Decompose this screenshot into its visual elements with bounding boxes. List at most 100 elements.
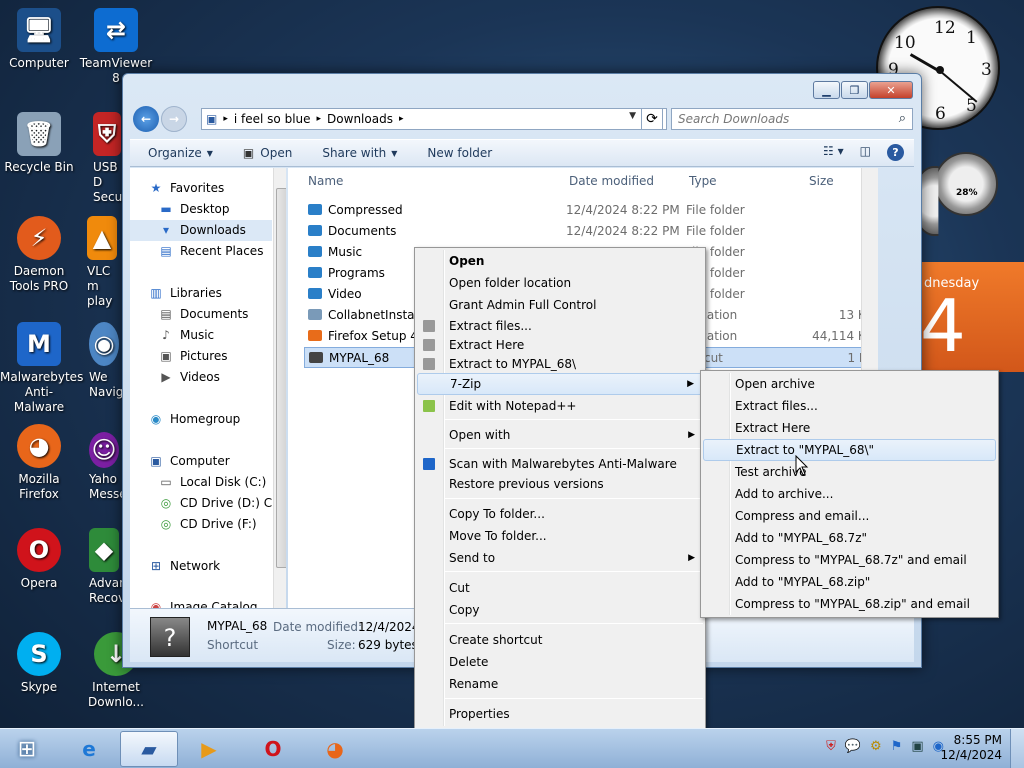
- shield-icon[interactable]: ⛨: [826, 739, 836, 754]
- nav-desktop[interactable]: ▬ Desktop: [158, 199, 286, 220]
- cpu-meter-gadget[interactable]: 28%: [934, 152, 998, 216]
- menu-item-extract-to[interactable]: Extract to MYPAL_68\: [417, 353, 703, 375]
- nav-local-disk[interactable]: ▭ Local Disk (C:): [158, 472, 286, 493]
- taskbar-media-player[interactable]: ▶: [180, 731, 238, 767]
- nav-cd-drive-d[interactable]: ◎ CD Drive (D:) CDI: [158, 493, 286, 514]
- view-options-icon[interactable]: ☷ ▾: [823, 144, 844, 161]
- nav-computer[interactable]: ▣ Computer: [148, 451, 286, 472]
- taskbar-firefox[interactable]: ◕: [306, 731, 364, 767]
- help-icon[interactable]: ?: [887, 144, 904, 161]
- back-button[interactable]: ←: [133, 106, 159, 132]
- menu-item-grant-admin[interactable]: Grant Admin Full Control: [417, 294, 703, 316]
- breadcrumb-user[interactable]: i feel so blue: [234, 112, 311, 126]
- menu-item-open-with[interactable]: Open with ▶: [417, 424, 703, 446]
- column-header-date[interactable]: Date modified: [569, 174, 654, 188]
- zip-item-compress-zip-email[interactable]: Compress to "MYPAL_68.zip" and email: [703, 593, 996, 615]
- start-button[interactable]: ⊞: [4, 732, 50, 766]
- menu-item-delete[interactable]: Delete: [417, 651, 703, 673]
- nav-downloads[interactable]: ▾ Downloads: [130, 220, 272, 241]
- network-icon[interactable]: ▣: [911, 739, 923, 754]
- column-header-type[interactable]: Type: [689, 174, 717, 188]
- nav-documents[interactable]: ▤ Documents: [158, 304, 286, 325]
- search-icon[interactable]: ⌕: [899, 111, 906, 126]
- navigation-scrollbar[interactable]: [273, 168, 286, 608]
- nav-music[interactable]: ♪ Music: [158, 325, 286, 346]
- zip-item-add-7z[interactable]: Add to "MYPAL_68.7z": [703, 527, 996, 549]
- nav-recent-places[interactable]: ▤ Recent Places: [158, 241, 286, 262]
- taskbar-internet-explorer[interactable]: e: [60, 731, 118, 767]
- desktop-icon-usb-security[interactable]: ⛨ USB D Secu: [77, 112, 123, 205]
- gear-icon[interactable]: ⚙: [870, 739, 882, 754]
- search-input[interactable]: Search Downloads ⌕: [671, 108, 913, 130]
- desktop-icon-daemon-tools[interactable]: ⚡ Daemon Tools PRO: [0, 216, 78, 294]
- menu-item-send-to[interactable]: Send to ▶: [417, 547, 703, 569]
- menu-item-create-shortcut[interactable]: Create shortcut: [417, 629, 703, 651]
- notification-icon[interactable]: ⚑: [891, 739, 903, 754]
- open-button[interactable]: ▣ Open: [243, 146, 292, 160]
- zip-item-extract-to[interactable]: Extract to "MYPAL_68\": [703, 439, 996, 461]
- zip-item-add-to-archive[interactable]: Add to archive...: [703, 483, 996, 505]
- column-header-size[interactable]: Size: [809, 174, 834, 188]
- zip-item-compress-email[interactable]: Compress and email...: [703, 505, 996, 527]
- calendar-gadget[interactable]: dnesday 4: [920, 262, 1024, 372]
- menu-item-copy[interactable]: Copy: [417, 599, 703, 621]
- nav-pictures[interactable]: ▣ Pictures: [158, 346, 286, 367]
- nav-network[interactable]: ⊞ Network: [148, 556, 286, 577]
- desktop-icon-firefox[interactable]: ◕ Mozilla Firefox: [0, 424, 78, 502]
- scrollbar-thumb[interactable]: [276, 188, 286, 568]
- close-button[interactable]: ✕: [869, 81, 913, 99]
- menu-item-copy-to-folder[interactable]: Copy To folder...: [417, 503, 703, 525]
- desktop-icon-vlc[interactable]: ▲ VLC m play: [77, 216, 123, 309]
- menu-item-properties[interactable]: Properties: [417, 703, 703, 725]
- column-header-name[interactable]: Name: [308, 174, 343, 188]
- menu-item-open-folder-location[interactable]: Open folder location: [417, 272, 703, 294]
- forward-button[interactable]: →: [161, 106, 187, 132]
- menu-item-7zip[interactable]: 7-Zip ▶: [417, 373, 703, 395]
- shortcut-icon: [309, 352, 323, 363]
- desktop-icon-recycle-bin[interactable]: 🗑 Recycle Bin: [0, 112, 78, 175]
- menu-item-scan-malwarebytes[interactable]: Scan with Malwarebytes Anti-Malware: [417, 453, 703, 475]
- share-with-button[interactable]: Share with ▼: [322, 146, 397, 160]
- zip-item-open-archive[interactable]: Open archive: [703, 373, 996, 395]
- nav-cd-drive-f[interactable]: ◎ CD Drive (F:): [158, 514, 286, 535]
- nav-image-catalog[interactable]: ◉ Image Catalog: [148, 597, 286, 608]
- desktop-icon-opera[interactable]: O Opera: [0, 528, 78, 591]
- zip-item-compress-7z-email[interactable]: Compress to "MYPAL_68.7z" and email: [703, 549, 996, 571]
- file-row[interactable]: Compressed 12/4/2024 8:22 PM File folder: [304, 200, 874, 221]
- nav-videos[interactable]: ▶ Videos: [158, 367, 286, 388]
- desktop-icon-computer[interactable]: 🖥 Computer: [0, 8, 78, 71]
- show-desktop-button[interactable]: [1010, 729, 1024, 768]
- zip-item-add-zip[interactable]: Add to "MYPAL_68.zip": [703, 571, 996, 593]
- refresh-button[interactable]: ⟳: [641, 108, 663, 130]
- nav-homegroup[interactable]: ◉ Homegroup: [148, 409, 286, 430]
- chevron-down-icon[interactable]: ▼: [629, 111, 636, 121]
- organize-button[interactable]: Organize ▼: [148, 146, 213, 160]
- menu-item-move-to-folder[interactable]: Move To folder...: [417, 525, 703, 547]
- menu-item-open[interactable]: Open: [417, 250, 703, 272]
- desktop-icon-web-navigator[interactable]: ◉ We Naviga: [77, 322, 123, 400]
- preview-pane-icon[interactable]: ◫: [860, 144, 871, 161]
- nav-favorites[interactable]: ★ Favorites: [148, 178, 286, 199]
- taskbar-opera[interactable]: O: [244, 731, 302, 767]
- menu-item-restore-versions[interactable]: Restore previous versions: [417, 473, 703, 495]
- desktop-icon-advanced-recovery[interactable]: ◆ Advanc Recov: [77, 528, 123, 606]
- desktop-icon-yahoo-messenger[interactable]: ☺ Yaho Messe: [77, 432, 123, 502]
- menu-item-edit-notepad[interactable]: Edit with Notepad++: [417, 395, 703, 417]
- nav-libraries[interactable]: ▥ Libraries: [148, 283, 286, 304]
- taskbar-clock[interactable]: 8:55 PM 12/4/2024: [940, 733, 1002, 763]
- breadcrumb-downloads[interactable]: Downloads: [327, 112, 393, 126]
- desktop-icon-skype[interactable]: S Skype: [0, 632, 78, 695]
- zip-item-extract-files[interactable]: Extract files...: [703, 395, 996, 417]
- desktop-icon-malwarebytes[interactable]: M Malwarebytes Anti-Malware: [0, 322, 83, 415]
- file-row[interactable]: Documents 12/4/2024 8:22 PM File folder: [304, 221, 874, 242]
- minimize-button[interactable]: ▁: [813, 81, 840, 99]
- zip-item-test-archive[interactable]: Test archive: [703, 461, 996, 483]
- menu-item-rename[interactable]: Rename: [417, 673, 703, 695]
- chat-icon[interactable]: 💬: [845, 739, 861, 754]
- menu-item-cut[interactable]: Cut: [417, 577, 703, 599]
- taskbar-explorer[interactable]: ▰: [120, 731, 178, 767]
- maximize-button[interactable]: ❐: [841, 81, 868, 99]
- zip-item-extract-here[interactable]: Extract Here: [703, 417, 996, 439]
- address-bar[interactable]: ▣ ▸ i feel so blue ▸ Downloads ▸ ▼: [201, 108, 667, 130]
- new-folder-button[interactable]: New folder: [427, 146, 492, 160]
